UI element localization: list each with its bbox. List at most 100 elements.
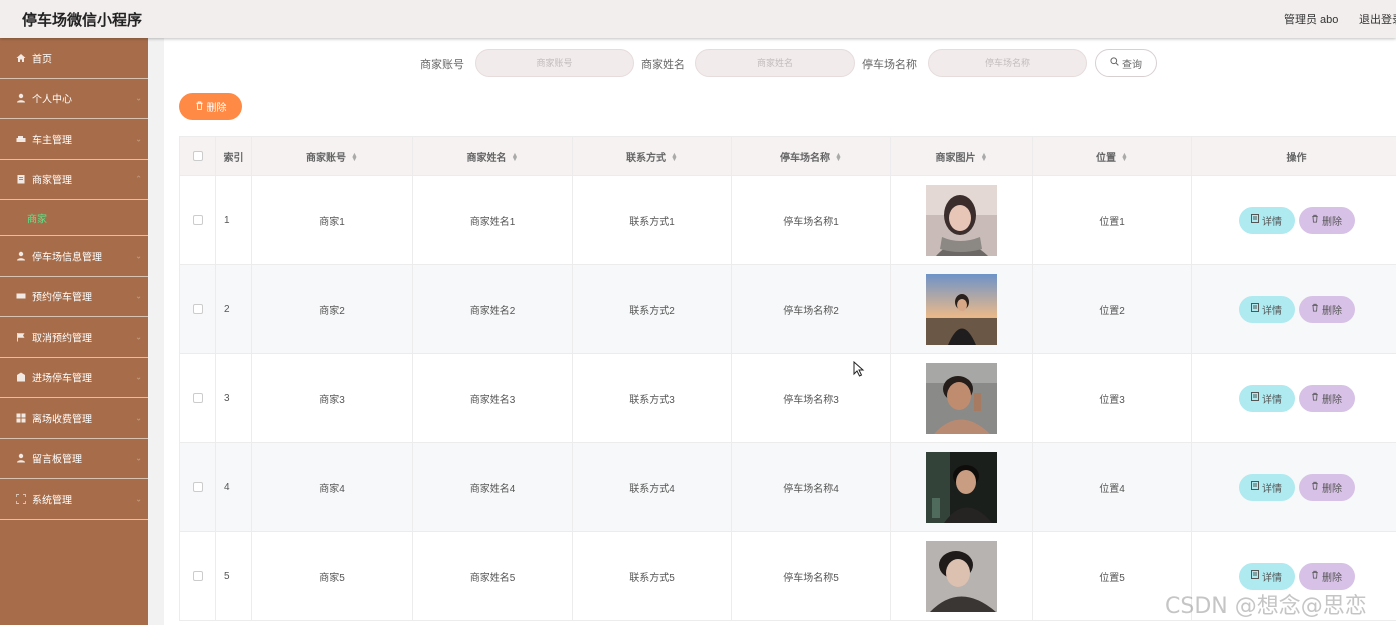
chevron-down-icon: ⌄ — [135, 134, 142, 144]
row-actions: 详情 删除 — [1191, 353, 1396, 443]
sidebar-item-merchant[interactable]: 商家管理 ⌃ — [0, 160, 148, 200]
admin-label: 管理员 abo — [1284, 14, 1339, 26]
row-checkbox[interactable] — [192, 303, 203, 314]
row-name: 商家姓名4 — [412, 442, 573, 532]
chevron-down-icon: ⌄ — [135, 372, 142, 382]
sort-icon[interactable]: ▲ ▼ — [981, 152, 988, 163]
delete-button[interactable]: 删除 — [1298, 562, 1355, 590]
row-account: 商家5 — [251, 531, 413, 621]
sidebar-item-label: 进场停车管理 — [32, 373, 92, 385]
row-parking: 停车场名称1 — [731, 175, 891, 265]
delete-button[interactable]: 删除 — [1298, 206, 1355, 234]
select-all-checkbox[interactable] — [192, 150, 203, 161]
sort-icon[interactable]: ▲ ▼ — [512, 152, 519, 163]
header-contact[interactable]: 联系方式 ▲ ▼ — [572, 136, 732, 176]
sidebar-item-message-board[interactable]: 留言板管理 ⌄ — [0, 439, 148, 479]
row-checkbox[interactable] — [192, 214, 203, 225]
sidebar-item-entry-parking[interactable]: 进场停车管理 ⌄ — [0, 358, 148, 398]
detail-button[interactable]: 详情 — [1238, 562, 1295, 590]
user-icon — [16, 93, 26, 103]
sidebar-item-owner[interactable]: 车主管理 ⌄ — [0, 119, 148, 160]
header-parking[interactable]: 停车场名称 ▲ ▼ — [731, 136, 891, 176]
merchant-table: 索引 商家账号 ▲ ▼ 商家姓名 ▲ ▼ 联系方式 ▲ ▼ 停车场名称 ▲ ▼ 商家图片 ▲ ▼ 位… — [179, 136, 1396, 621]
chevron-down-icon: ⌄ — [135, 453, 142, 463]
header-name[interactable]: 商家姓名 ▲ ▼ — [412, 136, 573, 176]
header-location[interactable]: 位置 ▲ ▼ — [1032, 136, 1192, 176]
user-icon — [16, 251, 26, 261]
detail-button[interactable]: 详情 — [1238, 295, 1295, 323]
account-input[interactable] — [475, 49, 634, 77]
name-input[interactable] — [695, 49, 855, 77]
detail-button[interactable]: 详情 — [1238, 384, 1295, 412]
delete-button[interactable]: 删除 — [1298, 384, 1355, 412]
merchant-photo[interactable] — [926, 362, 997, 434]
query-button-label: 查询 — [1122, 59, 1142, 71]
grid-icon — [16, 413, 26, 423]
detail-button[interactable]: 详情 — [1238, 473, 1295, 501]
header-index: 索引 — [215, 136, 252, 176]
sort-icon[interactable]: ▲ ▼ — [835, 152, 842, 163]
row-actions: 详情 删除 — [1191, 442, 1396, 532]
merchant-photo[interactable] — [926, 184, 997, 256]
account-label: 商家账号 — [420, 59, 464, 71]
sidebar-item-label: 离场收费管理 — [32, 414, 92, 426]
watermark: CSDN @想念@思恋 — [1165, 594, 1367, 619]
sidebar-item-cancel-reservation[interactable]: 取消预约管理 ⌄ — [0, 317, 148, 358]
name-label: 商家姓名 — [641, 59, 685, 71]
delete-button[interactable]: 删除 — [1298, 473, 1355, 501]
sidebar-item-reservation[interactable]: 预约停车管理 ⌄ — [0, 277, 148, 317]
row-parking: 停车场名称3 — [731, 353, 891, 443]
row-index: 1 — [215, 175, 252, 265]
document-icon — [16, 174, 26, 184]
row-contact: 联系方式3 — [572, 353, 732, 443]
sidebar-item-parking-info[interactable]: 停车场信息管理 ⌄ — [0, 236, 148, 277]
query-button[interactable]: 查询 — [1095, 49, 1157, 77]
table-header-row: 索引 商家账号 ▲ ▼ 商家姓名 ▲ ▼ 联系方式 ▲ ▼ 停车场名称 ▲ ▼ 商家图片 ▲ ▼ 位… — [179, 136, 1396, 176]
document-icon — [1251, 303, 1259, 315]
row-location: 位置1 — [1032, 175, 1192, 265]
row-name: 商家姓名2 — [412, 264, 573, 354]
sort-icon[interactable]: ▲ ▼ — [671, 152, 678, 163]
sidebar-subitem-merchant[interactable]: 商家 — [0, 200, 148, 236]
chevron-down-icon: ⌄ — [135, 494, 142, 504]
parking-input[interactable] — [928, 49, 1087, 77]
document-icon — [1251, 570, 1259, 582]
row-contact: 联系方式1 — [572, 175, 732, 265]
row-checkbox[interactable] — [192, 392, 203, 403]
sidebar-item-exit-billing[interactable]: 离场收费管理 ⌄ — [0, 398, 148, 439]
logout-link[interactable]: 退出登录 — [1359, 11, 1396, 27]
content-gutter — [148, 38, 164, 625]
row-checkbox[interactable] — [192, 570, 203, 581]
batch-delete-button[interactable]: 删除 — [179, 93, 242, 120]
sort-icon[interactable]: ▲ ▼ — [351, 152, 358, 163]
merchant-photo[interactable] — [926, 273, 997, 345]
sidebar-item-label: 取消预约管理 — [32, 333, 92, 345]
sidebar-subitem-label: 商家 — [27, 214, 47, 225]
row-index: 5 — [215, 531, 252, 621]
merchant-photo[interactable] — [926, 451, 997, 523]
delete-button[interactable]: 删除 — [1298, 295, 1355, 323]
document-icon — [1251, 392, 1259, 404]
row-index: 3 — [215, 353, 252, 443]
detail-button[interactable]: 详情 — [1238, 206, 1295, 234]
row-account: 商家3 — [251, 353, 413, 443]
sort-icon[interactable]: ▲ ▼ — [1121, 152, 1128, 163]
sidebar-item-home[interactable]: 首页 — [0, 38, 148, 79]
mouse-cursor-icon — [853, 361, 865, 377]
trash-icon — [195, 100, 204, 113]
row-name: 商家姓名3 — [412, 353, 573, 443]
sidebar-item-profile[interactable]: 个人中心 ⌄ — [0, 79, 148, 119]
sidebar-item-system[interactable]: 系统管理 ⌄ — [0, 479, 148, 520]
header-account[interactable]: 商家账号 ▲ ▼ — [251, 136, 413, 176]
app-title: 停车场微信小程序 — [22, 11, 143, 29]
table-row: 2 商家2 商家姓名2 联系方式2 停车场名称2 位置2 详情 删除 — [179, 264, 1396, 354]
select-all-cell — [179, 136, 216, 176]
sidebar-item-label: 商家管理 — [32, 175, 72, 187]
trash-icon — [1311, 303, 1319, 315]
row-location: 位置4 — [1032, 442, 1192, 532]
building-icon — [16, 372, 26, 382]
car-icon — [16, 134, 26, 144]
row-checkbox[interactable] — [192, 481, 203, 492]
header-image[interactable]: 商家图片 ▲ ▼ — [890, 136, 1033, 176]
merchant-photo[interactable] — [926, 540, 997, 612]
